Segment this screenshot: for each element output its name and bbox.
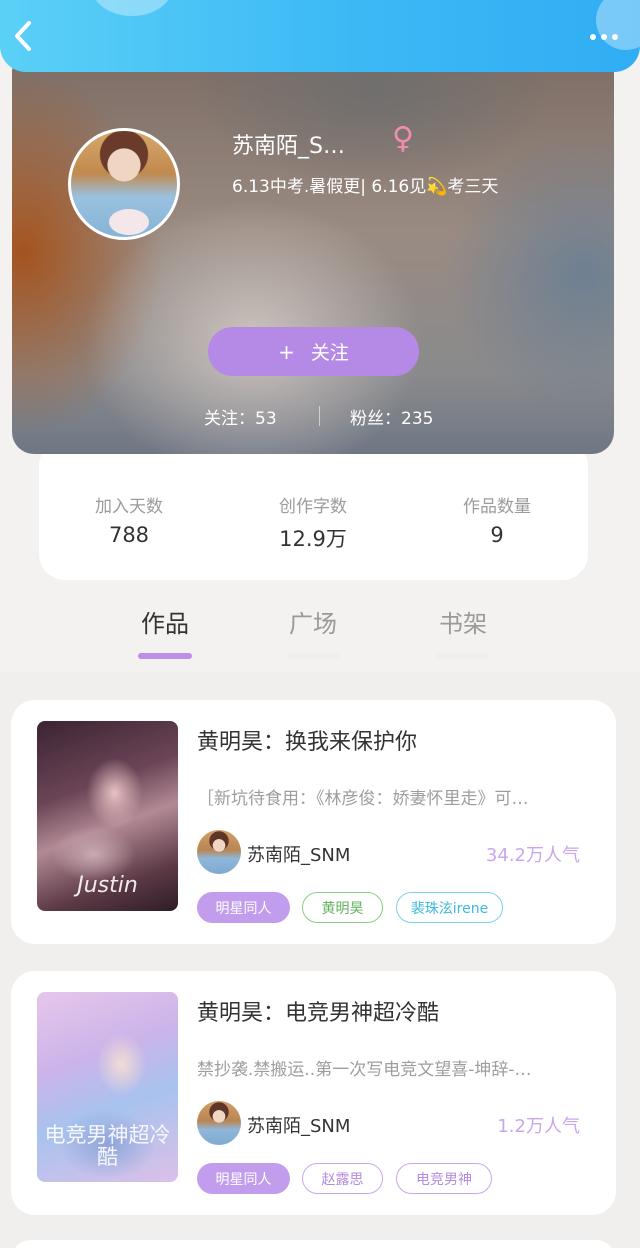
author-name[interactable]: 苏南陌_SNM [247,1112,350,1138]
back-icon[interactable] [8,16,38,56]
cover-title: 电竞男神超冷酷 [44,1122,171,1169]
stat-work-count: 作品数量 9 [417,492,577,547]
tab-indicator [436,653,490,659]
divider [319,406,320,426]
popularity: 1.2万人气 [497,1116,580,1137]
more-options-icon[interactable] [586,22,622,52]
stat-join-days: 加入天数 788 [49,492,209,547]
work-title[interactable]: 黄明昊：换我来保护你 [197,724,417,756]
following-count[interactable]: 关注：53 [204,404,277,429]
follow-button-label: 关注 [310,342,349,364]
stats-card: 加入天数 788 创作字数 12.9万 作品数量 9 [39,440,588,580]
work-description: 禁抄袭.禁搬运..第一次写电竞文望喜-坤辞-… [197,1060,532,1080]
profile-header: 苏南陌_S… ♀ 6.13中考.暑假更| 6.16见💫考三天 + 关注 关注：5… [12,50,614,454]
tab-bar: 作品 广场 书架 [0,600,640,660]
work-card[interactable]: Justin 黄明昊：换我来保护你 ［新坑待食用：《林彦俊：娇妻怀里走》可… 苏… [11,700,616,944]
cover-title: Justin [77,872,138,898]
fans-count[interactable]: 粉丝：235 [350,404,433,429]
tab-bookshelf[interactable]: 书架 [423,604,503,659]
stat-label: 加入天数 [95,497,163,517]
tab-label: 书架 [439,610,487,638]
stat-value: 788 [108,523,150,547]
tag[interactable]: 黄明昊 [302,892,383,923]
book-cover[interactable]: Justin [37,721,178,911]
tab-indicator [138,653,192,659]
tag[interactable]: 赵露思 [302,1163,383,1194]
tab-plaza[interactable]: 广场 [273,604,353,659]
tab-works[interactable]: 作品 [125,604,205,659]
book-cover[interactable]: 电竞男神超冷酷 [37,992,178,1182]
work-card[interactable]: 电竞男神超冷酷 黄明昊：电竞男神超冷酷 禁抄袭.禁搬运..第一次写电竞文望喜-坤… [11,971,616,1215]
avatar[interactable] [68,128,180,240]
stat-label: 作品数量 [463,497,531,517]
tag[interactable]: 明星同人 [197,1163,290,1194]
author-avatar[interactable] [197,1101,241,1145]
work-card[interactable] [11,1240,616,1248]
username: 苏南陌_S… [232,134,345,159]
work-description: ［新坑待食用：《林彦俊：娇妻怀里走》可… [197,789,529,809]
popularity: 34.2万人气 [485,845,580,866]
tab-label: 广场 [289,610,337,638]
follow-stats: 关注：53 粉丝：235 [12,404,614,429]
female-icon: ♀ [392,121,414,156]
author-name[interactable]: 苏南陌_SNM [247,841,350,867]
bio: 6.13中考.暑假更| 6.16见💫考三天 [232,177,499,197]
stat-value: 9 [490,523,504,547]
work-title[interactable]: 黄明昊：电竞男神超冷酷 [197,995,439,1027]
stat-word-count: 创作字数 12.9万 [233,492,393,553]
plus-icon: + [278,339,295,364]
stat-value: 12.9万 [279,527,347,551]
stat-label: 创作字数 [279,497,347,517]
tag[interactable]: 裴珠泫irene [396,892,503,923]
author-avatar[interactable] [197,830,241,874]
tab-label: 作品 [141,610,189,638]
tag[interactable]: 明星同人 [197,892,290,923]
tab-indicator [286,653,340,659]
top-bar [0,0,640,72]
tag[interactable]: 电竞男神 [396,1163,492,1194]
follow-button[interactable]: + 关注 [208,327,419,376]
